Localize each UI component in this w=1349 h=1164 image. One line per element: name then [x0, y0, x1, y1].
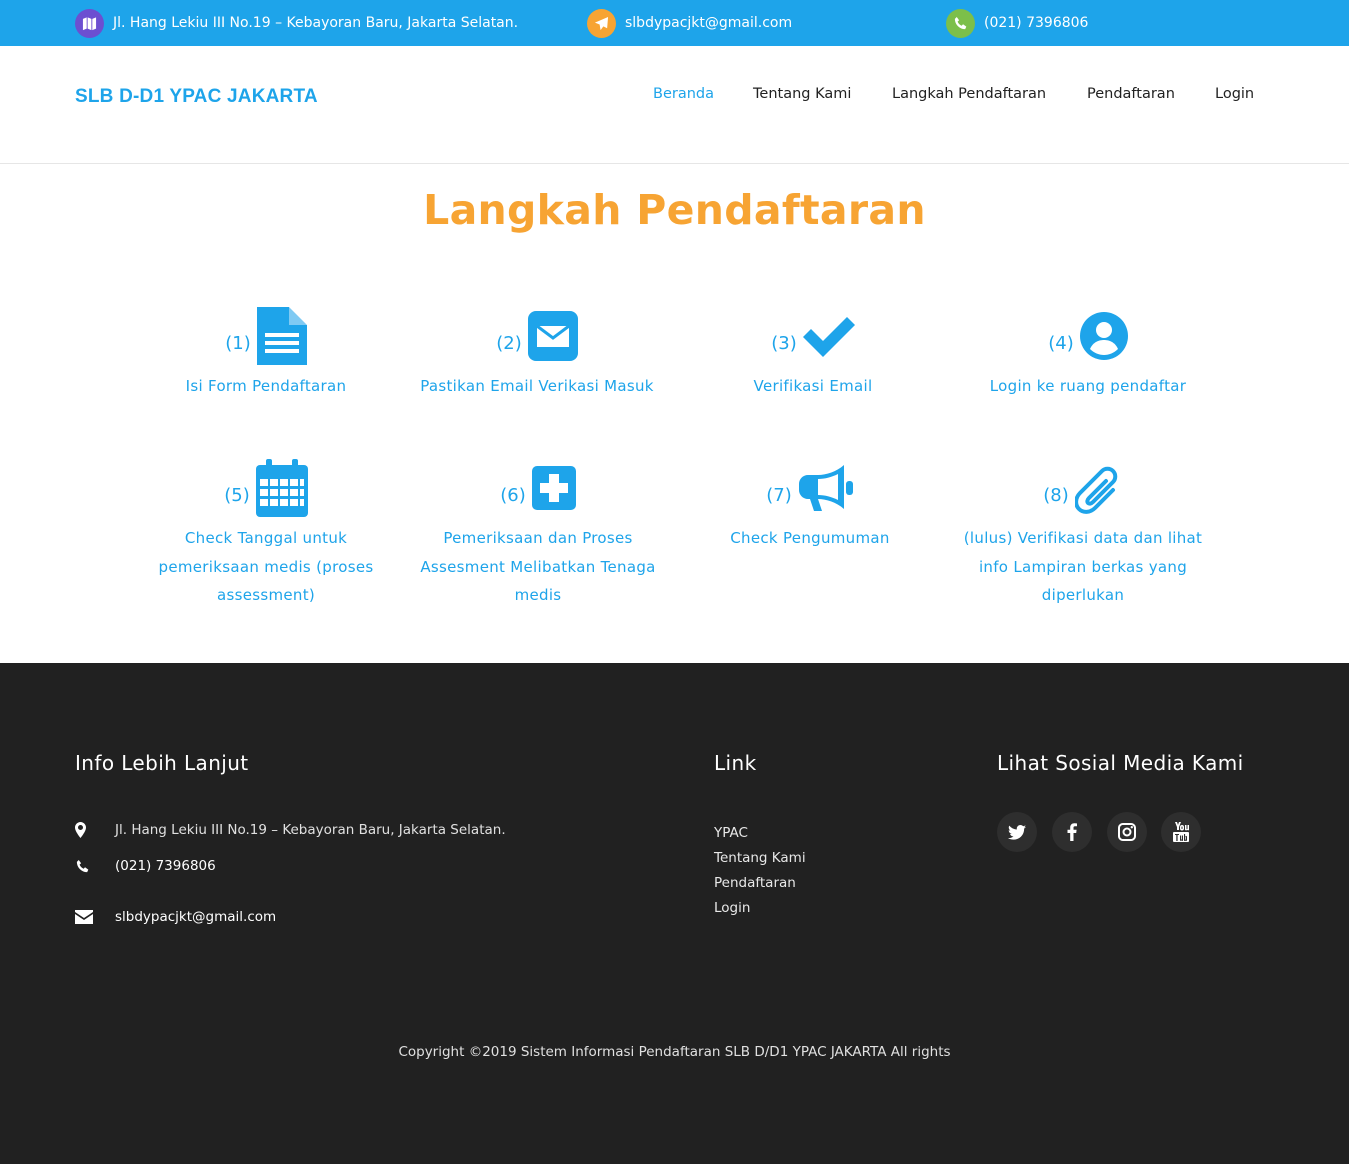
step-label: Verifikasi Email [753, 377, 873, 395]
step-label: Check Pengumuman [730, 529, 890, 547]
phone-icon [75, 859, 115, 874]
user-circle-icon [1079, 312, 1128, 360]
topbar-email[interactable]: slbdypacjkt@gmail.com [587, 8, 792, 38]
topbar-address: Jl. Hang Lekiu III No.19 – Kebayoran Bar… [75, 8, 518, 38]
top-contact-bar: Jl. Hang Lekiu III No.19 – Kebayoran Bar… [0, 0, 1349, 46]
paperclip-icon [1074, 462, 1123, 514]
footer-link-heading: Link [714, 751, 757, 775]
envelope-icon [527, 311, 578, 361]
footer-link-login[interactable]: Login [714, 900, 750, 916]
footer-link-tentang-kami[interactable]: Tentang Kami [714, 850, 806, 866]
facebook-icon[interactable] [1052, 812, 1092, 852]
megaphone-icon [798, 463, 854, 513]
step-label: Pemeriksaan dan Proses Assesment Melibat… [420, 529, 656, 604]
step-number: (7) [766, 484, 792, 506]
nav-login[interactable]: Login [1215, 86, 1254, 108]
step-number: (8) [1043, 484, 1069, 506]
step-label: (lulus) Verifikasi data dan lihat info L… [963, 529, 1203, 604]
footer-info-heading: Info Lebih Lanjut [75, 751, 249, 775]
step-5: (5) Check Tanggal untuk pemeriksaan medi… [146, 458, 386, 618]
step-label: Pastikan Email Verikasi Masuk [420, 377, 654, 395]
step-label: Isi Form Pendaftaran [185, 377, 347, 395]
site-header: SLB D-D1 YPAC JAKARTA Beranda Tentang Ka… [0, 46, 1349, 164]
step-4: (4) Login ke ruang pendaftar [968, 306, 1208, 406]
envelope-icon [75, 910, 115, 924]
step-number: (3) [771, 332, 797, 354]
footer-phone-text[interactable]: (021) 7396806 [115, 858, 216, 874]
youtube-icon[interactable] [1161, 812, 1201, 852]
topbar-address-text: Jl. Hang Lekiu III No.19 – Kebayoran Bar… [113, 15, 519, 31]
step-number: (6) [500, 484, 526, 506]
paper-plane-icon [587, 8, 616, 38]
step-label: Login ke ruang pendaftar [989, 377, 1187, 395]
nav-beranda[interactable]: Beranda [653, 86, 714, 108]
site-footer: Info Lebih Lanjut Jl. Hang Lekiu III No.… [0, 663, 1349, 1164]
footer-link-pendaftaran[interactable]: Pendaftaran [714, 875, 796, 891]
nav-langkah-pendaftaran[interactable]: Langkah Pendaftaran [892, 86, 1046, 108]
step-2: (2) Pastikan Email Verikasi Masuk [410, 306, 664, 406]
footer-address-text: Jl. Hang Lekiu III No.19 – Kebayoran Bar… [115, 822, 506, 838]
nav-tentang-kami[interactable]: Tentang Kami [753, 86, 851, 108]
step-number: (2) [496, 332, 522, 354]
footer-phone[interactable]: (021) 7396806 [75, 858, 216, 874]
footer-link-ypac[interactable]: YPAC [714, 825, 748, 841]
map-marker-icon [75, 822, 115, 838]
topbar-phone-text[interactable]: (021) 7396806 [984, 15, 1088, 31]
page-title: Langkah Pendaftaran [423, 186, 926, 234]
copyright-text: Copyright ©2019 Sistem Informasi Pendaft… [398, 1044, 951, 1060]
twitter-icon[interactable] [997, 812, 1037, 852]
step-7: (7) Check Pengumuman [700, 458, 920, 618]
step-number: (1) [225, 332, 251, 354]
medical-plus-icon [531, 466, 576, 510]
footer-email[interactable]: slbdypacjkt@gmail.com [75, 909, 276, 925]
step-label: Check Tanggal untuk pemeriksaan medis (p… [158, 529, 374, 604]
brand-logo-text[interactable]: SLB D-D1 YPAC JAKARTA [75, 86, 318, 108]
step-8: (8) (lulus) Verifikasi data dan lihat in… [950, 458, 1216, 618]
map-icon [75, 8, 104, 38]
document-icon [256, 307, 307, 365]
footer-email-text[interactable]: slbdypacjkt@gmail.com [115, 909, 276, 925]
step-number: (5) [224, 484, 250, 506]
step-6: (6) Pemeriksaan dan Proses Assesment Mel… [418, 458, 658, 618]
footer-social-heading: Lihat Sosial Media Kami [997, 751, 1244, 775]
nav-pendaftaran[interactable]: Pendaftaran [1087, 86, 1175, 108]
step-number: (4) [1048, 332, 1074, 354]
check-icon [802, 315, 855, 357]
step-3: (3) Verifikasi Email [700, 306, 926, 406]
topbar-phone[interactable]: (021) 7396806 [946, 8, 1088, 38]
calendar-icon [255, 459, 308, 517]
footer-address: Jl. Hang Lekiu III No.19 – Kebayoran Bar… [75, 822, 506, 838]
topbar-email-text[interactable]: slbdypacjkt@gmail.com [625, 15, 792, 31]
step-1: (1) Isi Form Pendaftaran [146, 306, 386, 406]
instagram-icon[interactable] [1107, 812, 1147, 852]
phone-icon [946, 8, 975, 38]
